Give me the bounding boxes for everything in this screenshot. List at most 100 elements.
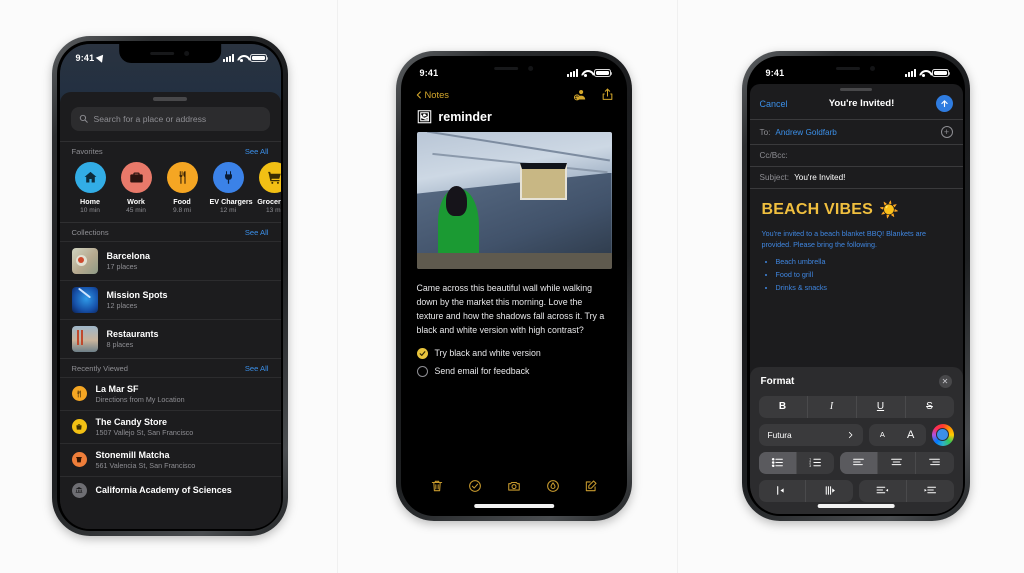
sheet-grabber[interactable] [840,87,872,91]
favorite-label: EV Chargers [209,196,253,206]
favorite-work[interactable]: Work 45 min [118,161,155,214]
compose-icon[interactable] [584,479,598,493]
format-header: Format ✕ [759,374,954,396]
subject-field[interactable]: Subject: You're Invited! [749,166,963,188]
email-body[interactable]: BEACH VIBES ☀️ You're invited to a beach… [749,188,963,300]
favorite-food[interactable]: Food 9.8 mi [164,161,201,214]
recently-viewed-see-all[interactable]: See All [245,364,269,373]
numbered-list-icon[interactable]: 1 2 3 [797,452,834,474]
earpiece-speaker [836,66,861,70]
collections-header: Collections See All [59,221,281,241]
indent-increase-icon[interactable] [806,480,853,502]
trash-icon[interactable] [430,479,444,493]
italic-button[interactable]: I [808,395,857,418]
recent-row-california-academy-of-sciences[interactable]: California Academy of Sciences [59,475,281,504]
search-placeholder: Search for a place or address [93,113,207,124]
back-label: Notes [424,89,450,100]
collection-title: Restaurants [106,328,159,339]
column-divider-left [337,0,338,573]
search-input[interactable]: Search for a place or address [70,106,270,131]
wifi-icon [919,69,929,77]
earpiece-speaker [150,51,175,55]
checklist-item[interactable]: Try black and white version [416,347,612,359]
list-style-group: 1 2 3 [758,451,835,474]
svg-text:3: 3 [809,464,811,468]
bullet-list-icon[interactable] [758,451,797,474]
recent-row-stonemill-matcha[interactable]: Stonemill Matcha 561 Valencia St, San Fr… [59,442,281,476]
recent-row-la-mar-sf[interactable]: La Mar SF Directions from My Location [59,376,281,410]
checklist-item[interactable]: Send email for feedback [416,365,612,377]
share-icon[interactable] [601,87,614,102]
email-heading-row: BEACH VIBES ☀️ [762,200,951,220]
camera-icon[interactable] [507,479,521,493]
wifi-icon [237,54,247,62]
bold-button[interactable]: B [759,395,808,418]
location-arrow-icon [96,52,107,63]
recent-row-the-candy-store[interactable]: The Candy Store 1507 Vallejo St, San Fra… [59,409,281,443]
column-divider-right [677,0,678,573]
cancel-button[interactable]: Cancel [760,99,788,109]
checklist-label: Send email for feedback [434,366,530,376]
add-contact-icon[interactable]: + [940,126,953,138]
note-photo[interactable] [416,131,612,269]
ccbcc-field[interactable]: Cc/Bcc: [749,144,963,166]
collection-title: Mission Spots [106,289,168,300]
recent-title: California Academy of Sciences [95,485,232,495]
underline-button[interactable]: U [857,395,906,418]
add-person-icon[interactable] [573,87,588,102]
outdent-text-icon[interactable] [859,479,907,502]
mail-compose-sheet: Cancel You're Invited! To: Andrew Goldfa… [749,83,963,514]
favorite-groceries[interactable]: Groceries 13 mi [256,161,281,214]
favorites-see-all[interactable]: See All [245,147,269,156]
close-icon[interactable]: ✕ [938,374,952,388]
checkbox-checked-icon[interactable] [416,347,428,359]
recent-title: Stonemill Matcha [95,449,170,460]
email-bullet-list: Beach umbrella Food to grill Drinks & sn… [776,256,951,294]
to-field[interactable]: To: Andrew Goldfarb + [749,119,963,144]
back-to-notes-button[interactable]: Notes [415,89,450,101]
markup-icon[interactable] [546,479,560,493]
indent-text-icon[interactable] [907,480,954,502]
checkbox-unchecked-icon[interactable] [416,365,428,377]
list-item: Beach umbrella [776,256,951,269]
battery-icon [593,68,613,77]
ev-plug-icon [212,161,244,193]
text-color-picker[interactable] [931,423,954,446]
collection-thumbnail [71,284,100,313]
favorite-home[interactable]: Home 10 min [72,161,109,214]
indent-decrease-icon[interactable] [759,479,807,502]
collection-row-restaurants[interactable]: Restaurants 8 places [59,318,281,358]
battery-icon [249,53,269,62]
font-and-color-row: Futura A A [758,423,954,446]
notes-toolbar [404,472,625,500]
favorite-ev-chargers[interactable]: EV Chargers 12 mi [209,161,253,214]
increase-font-size-button[interactable]: A [907,429,914,441]
phone-bezel: 9:41 Search for a place or address Favor… [57,41,283,531]
checklist-icon[interactable] [468,479,482,493]
home-indicator[interactable] [474,504,554,508]
strikethrough-button[interactable]: S [906,396,954,418]
home-indicator[interactable] [817,504,895,508]
notch [463,58,565,78]
collections-see-all[interactable]: See All [245,228,269,237]
note-checklist: Try black and white version Send email f… [404,344,625,377]
send-button[interactable] [935,95,953,112]
collection-row-mission-spots[interactable]: Mission Spots 12 places [59,279,281,319]
align-left-icon[interactable] [840,451,879,474]
decrease-font-size-button[interactable]: A [880,430,885,439]
briefcase-icon [120,161,152,193]
align-center-icon[interactable] [878,451,917,474]
fork-knife-icon [166,161,198,193]
note-body-text[interactable]: Came across this beautiful wall while wa… [404,269,625,344]
collection-row-barcelona[interactable]: Barcelona 17 places [59,240,281,280]
collection-thumbnail [71,323,100,352]
note-title: reminder [438,110,492,124]
phone-frame: 9:41 Notes 🖼 reminder Came across this b… [396,51,632,521]
align-right-icon[interactable] [916,452,953,474]
sheet-grabber[interactable] [153,96,187,101]
subject-label: Subject: [759,173,790,182]
phone-frame: 9:41 Search for a place or address Favor… [52,36,288,536]
font-picker[interactable]: Futura [758,423,863,446]
recent-subtitle: 561 Valencia St, San Francisco [95,460,196,470]
recent-subtitle: Directions from My Location [95,394,185,404]
